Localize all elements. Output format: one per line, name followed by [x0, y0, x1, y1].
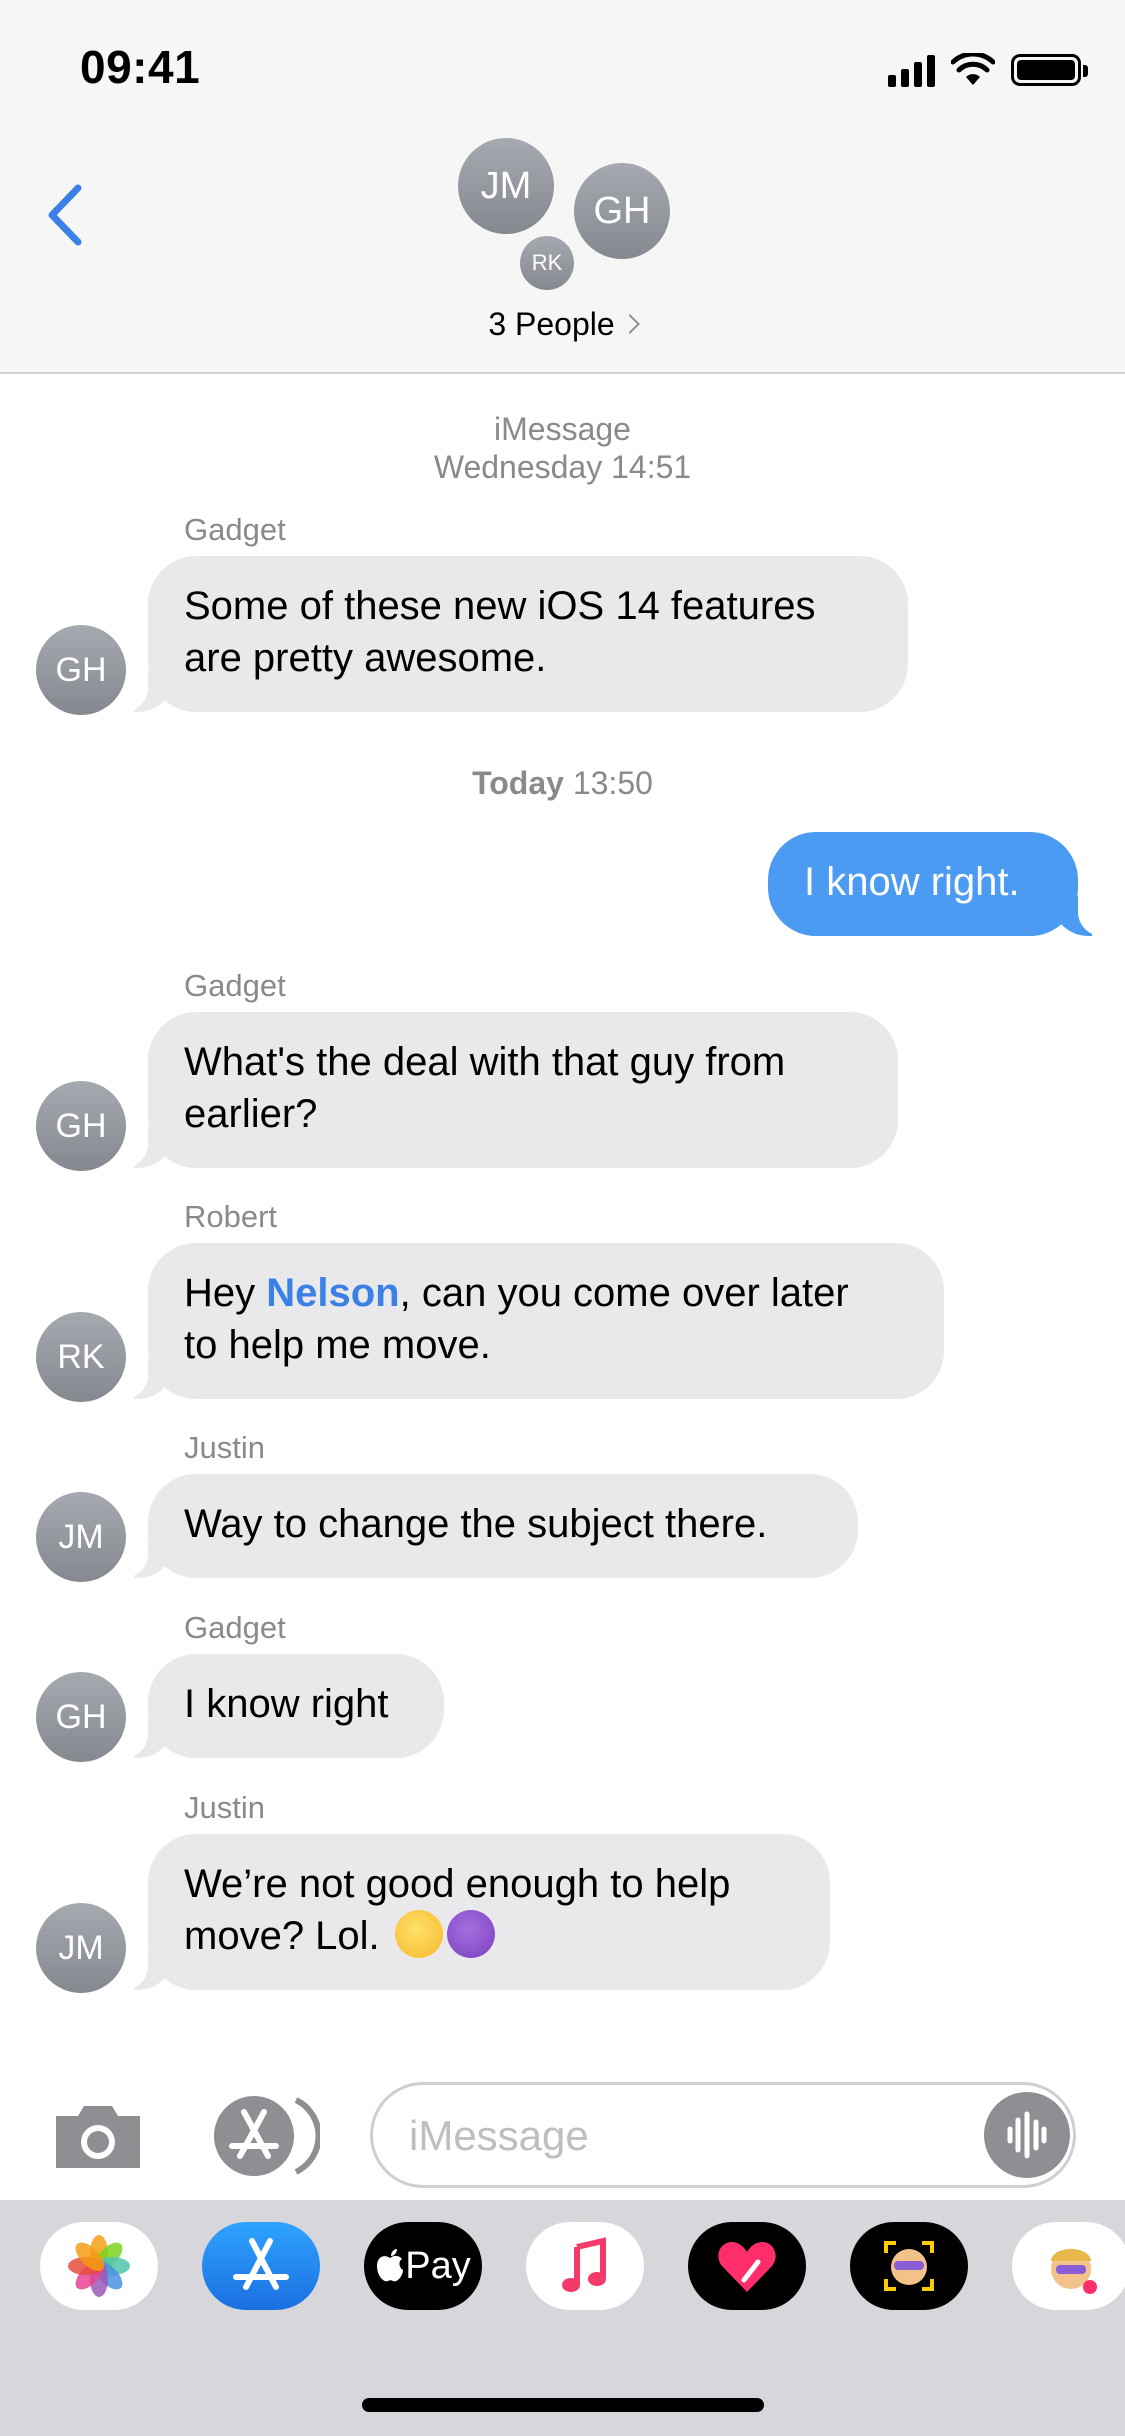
- sender-name: Gadget: [184, 512, 286, 547]
- timestamp-today: Today 13:50: [472, 765, 653, 801]
- status-icons: [888, 50, 1088, 90]
- outgoing-message-bubble[interactable]: I know right.: [768, 832, 1106, 936]
- battery-icon: [1011, 54, 1088, 86]
- home-indicator[interactable]: [362, 2398, 764, 2412]
- avatar[interactable]: GH: [36, 625, 126, 715]
- music-icon[interactable]: [526, 2222, 644, 2310]
- group-avatar-gh[interactable]: GH: [574, 163, 670, 259]
- sender-name: Robert: [184, 1199, 278, 1234]
- timestamp-wednesday: Wednesday 14:51: [433, 449, 692, 485]
- chevron-right-icon: [619, 313, 640, 334]
- status-time: 09:41: [80, 41, 201, 93]
- apple-pay-icon[interactable]: Pay: [364, 2222, 482, 2310]
- avatar[interactable]: GH: [36, 1672, 126, 1762]
- app-store-drawer-icon[interactable]: [202, 2222, 320, 2310]
- sleepy-face-emoji-icon: [394, 1910, 443, 1959]
- avatar[interactable]: RK: [36, 1312, 126, 1402]
- apple-logo-icon: [377, 2249, 404, 2282]
- sender-name: Gadget: [184, 1610, 286, 1645]
- wifi-icon: [951, 53, 995, 85]
- back-chevron-icon[interactable]: [40, 180, 100, 250]
- message-bubble[interactable]: What's the deal with that guy from earlie…: [120, 1012, 898, 1168]
- avatar[interactable]: JM: [36, 1903, 126, 1993]
- service-label: iMessage: [494, 411, 631, 447]
- camera-icon[interactable]: [50, 2098, 146, 2174]
- sender-name: Justin: [184, 1430, 265, 1465]
- memoji-icon[interactable]: [850, 2222, 968, 2310]
- message-input[interactable]: [407, 2085, 951, 2187]
- mention-link[interactable]: Nelson: [266, 1271, 399, 1315]
- message-bubble[interactable]: I know right: [120, 1654, 444, 1758]
- message-bubble[interactable]: Hey Nelson, can you come over later to he…: [120, 1243, 944, 1399]
- memoji-stickers-icon[interactable]: [1012, 2222, 1125, 2310]
- sender-name: Gadget: [184, 968, 286, 1003]
- photos-icon[interactable]: [40, 2222, 158, 2310]
- sender-name: Justin: [184, 1790, 265, 1825]
- group-avatar-rk[interactable]: RK: [520, 236, 574, 290]
- group-avatar-jm[interactable]: JM: [458, 138, 554, 234]
- message-bubble[interactable]: Way to change the subject there.: [120, 1474, 858, 1578]
- audio-message-button[interactable]: [984, 2092, 1070, 2178]
- cellular-signal-icon: [888, 53, 935, 87]
- message-input-field[interactable]: [370, 2082, 1076, 2188]
- message-bubble[interactable]: We’re not good enough to help move? Lol.: [120, 1834, 830, 1990]
- avatar[interactable]: JM: [36, 1492, 126, 1582]
- avatar[interactable]: GH: [36, 1081, 126, 1171]
- smiling-devil-emoji-icon: [446, 1910, 495, 1959]
- app-store-icon[interactable]: [210, 2094, 320, 2178]
- waveform-icon: [1007, 2111, 1047, 2159]
- message-bubble[interactable]: Some of these new iOS 14 features are pre…: [120, 556, 908, 712]
- digital-touch-icon[interactable]: [688, 2222, 806, 2310]
- group-title[interactable]: 3 People: [0, 306, 1125, 343]
